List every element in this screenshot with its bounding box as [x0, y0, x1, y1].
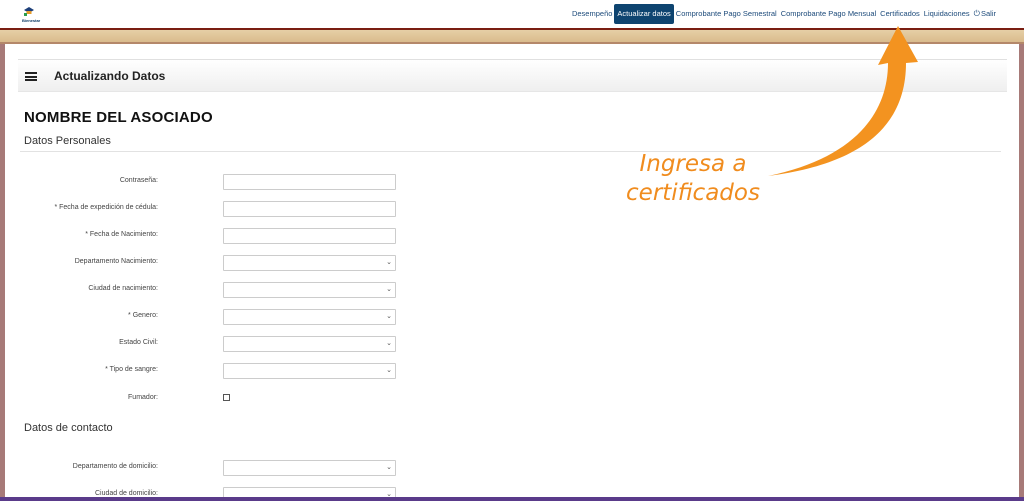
chevron-down-icon: ⌄ — [386, 340, 392, 347]
blood-type-select[interactable]: ⌄ — [223, 363, 396, 379]
logo[interactable]: Bienestar — [20, 6, 42, 24]
home-department-select[interactable]: ⌄ — [223, 460, 396, 476]
form-row-marital-status: Estado Civil: ⌄ — [0, 336, 420, 352]
field-label: Estado Civil: — [119, 339, 158, 346]
field-label: Contraseña: — [119, 177, 158, 184]
chevron-down-icon: ⌄ — [386, 259, 392, 266]
birth-date-input[interactable] — [223, 228, 396, 244]
annotation-line-1: Ingresa a — [639, 151, 747, 177]
password-input[interactable] — [223, 174, 396, 190]
menu-icon[interactable] — [25, 72, 37, 81]
form-row-id-issue-date: * Fecha de expedición de cédula: — [0, 201, 420, 217]
annotation-text: Ingresa a certificados — [617, 150, 769, 208]
section-title-contact: Datos de contacto — [24, 422, 113, 434]
power-icon: ⏻ — [973, 9, 980, 18]
arrow-annotation-icon — [768, 26, 918, 176]
annotation-line-2: certificados — [626, 180, 760, 206]
form-row-home-department: Departamento de domicilio: ⌄ — [0, 460, 420, 476]
right-border — [1019, 44, 1024, 501]
field-label: Ciudad de nacimiento: — [88, 285, 158, 292]
field-label: Departamento de domicilio: — [72, 463, 158, 470]
associate-name: NOMBRE DEL ASOCIADO — [24, 109, 213, 126]
form-row-password: Contraseña: — [0, 174, 420, 190]
graduation-cap-icon — [24, 7, 34, 16]
nav-actualizar-datos[interactable]: Actualizar datos — [614, 4, 674, 24]
id-issue-date-input[interactable] — [223, 201, 396, 217]
form-row-birth-date: * Fecha de Nacimiento: — [0, 228, 420, 244]
bottom-border — [0, 497, 1024, 501]
chevron-down-icon: ⌄ — [386, 286, 392, 293]
form-row-smoker: Fumador: — [0, 391, 420, 407]
field-label: Ciudad de domicilio: — [94, 490, 158, 497]
chevron-down-icon: ⌄ — [386, 367, 392, 374]
form-row-gender: * Genero: ⌄ — [0, 309, 420, 325]
left-border — [0, 44, 5, 501]
birth-city-select[interactable]: ⌄ — [223, 282, 396, 298]
field-label: * Genero: — [128, 312, 158, 319]
field-label: * Fecha de expedición de cédula: — [54, 204, 158, 211]
field-label: Departamento Nacimiento: — [74, 258, 158, 265]
gender-select[interactable]: ⌄ — [223, 309, 396, 325]
page-title: Actualizando Datos — [54, 69, 166, 83]
field-label: * Fecha de Nacimiento: — [85, 231, 158, 238]
form-row-birth-department: Departamento Nacimiento: ⌄ — [0, 255, 420, 271]
smoker-checkbox[interactable] — [223, 394, 230, 401]
nav-salir-label: Salir — [980, 9, 996, 18]
nav-desempeno[interactable]: Desempeño — [570, 4, 614, 24]
birth-department-select[interactable]: ⌄ — [223, 255, 396, 271]
marital-status-select[interactable]: ⌄ — [223, 336, 396, 352]
chevron-down-icon: ⌄ — [386, 313, 392, 320]
nav-salir[interactable]: ⏻Salir — [972, 4, 998, 24]
form-row-birth-city: Ciudad de nacimiento: ⌄ — [0, 282, 420, 298]
logo-text: Bienestar — [22, 18, 41, 23]
chevron-down-icon: ⌄ — [386, 464, 392, 471]
field-label: Fumador: — [128, 394, 158, 401]
field-label: * Tipo de sangre: — [105, 366, 158, 373]
form-row-blood-type: * Tipo de sangre: ⌄ — [0, 363, 420, 379]
section-title-personal: Datos Personales — [24, 135, 111, 147]
